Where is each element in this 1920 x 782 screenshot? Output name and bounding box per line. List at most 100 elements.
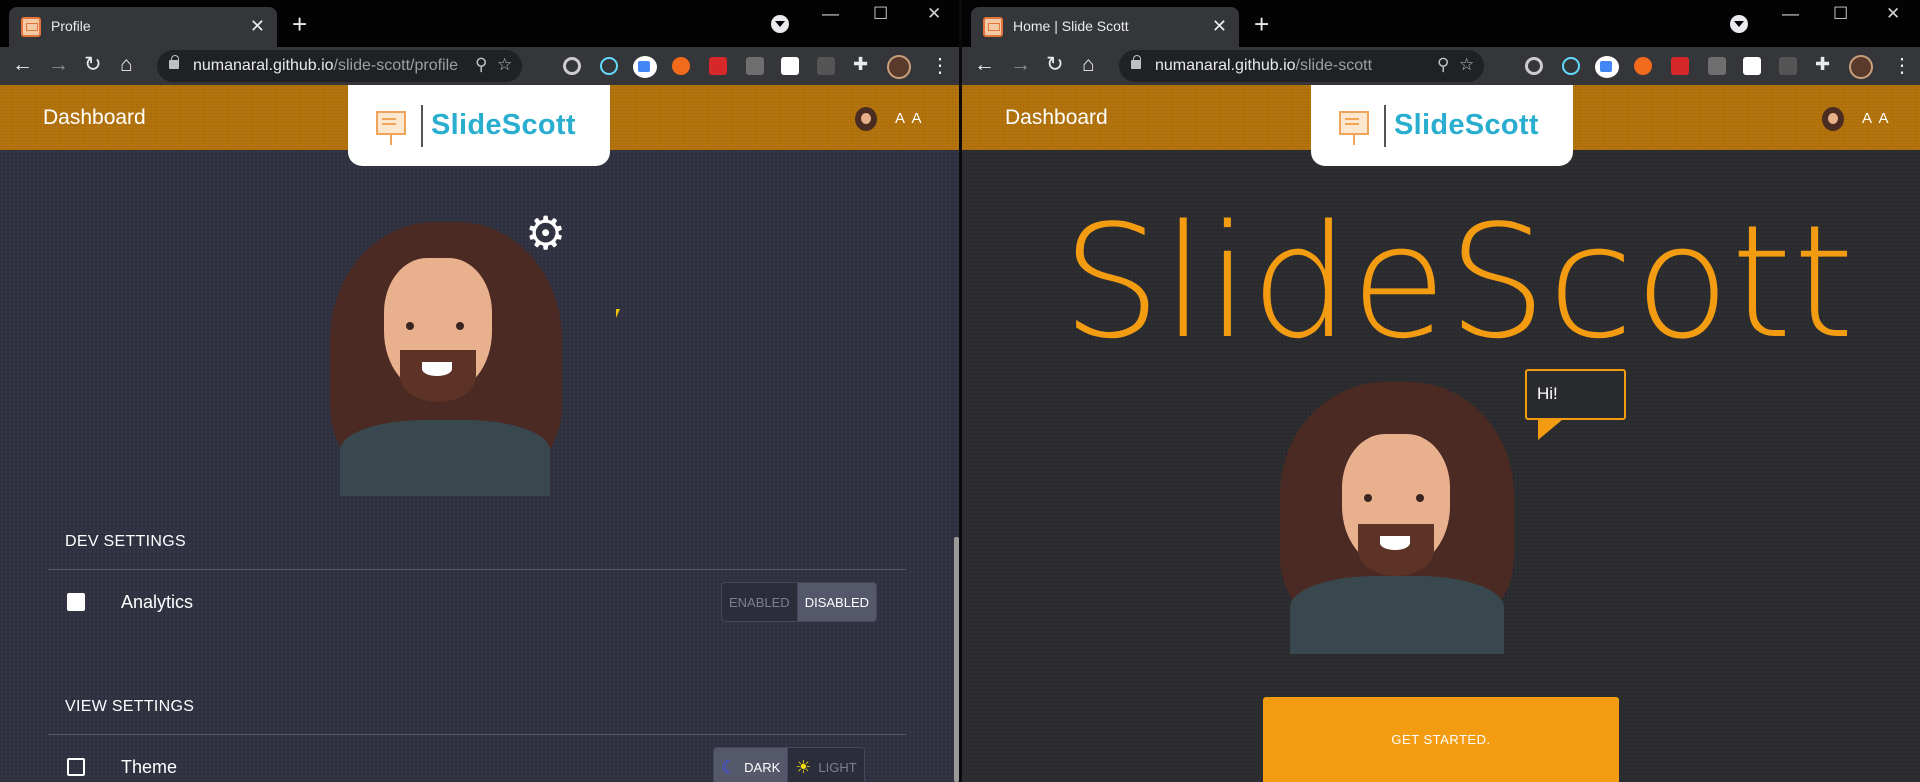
react-devtools-icon[interactable]: [600, 57, 618, 75]
extension-glyph-icon[interactable]: [1708, 57, 1726, 75]
browser-window-profile: Profile ✕ + — ☐ ✕ ← → ↻ ⌂ numanaral.gith…: [0, 0, 961, 782]
avatar-eye-right: [1416, 494, 1424, 502]
app-logo[interactable]: SlideScott: [348, 85, 610, 166]
browser-toolbar: ← → ↻ ⌂ numanaral.github.io/slide-scott/…: [0, 47, 961, 85]
google-translate-icon[interactable]: [1595, 56, 1619, 78]
app-logo[interactable]: SlideScott: [1311, 85, 1573, 166]
speech-bubble: Hi!: [1525, 369, 1626, 420]
hero-title: SlideScott: [1062, 191, 1856, 373]
back-button[interactable]: ←: [12, 53, 33, 77]
address-bar[interactable]: numanaral.github.io/slide-scott ⚲ ☆: [1119, 50, 1484, 82]
edit-profile-gear-icon[interactable]: ⚙: [525, 210, 566, 256]
extensions-puzzle-icon[interactable]: ✚: [853, 54, 868, 75]
get-started-button[interactable]: GET STARTED.: [1263, 697, 1619, 782]
analytics-enabled-option[interactable]: ENABLED: [722, 583, 797, 621]
forward-button[interactable]: →: [1010, 53, 1031, 77]
user-avatar[interactable]: [1822, 107, 1844, 131]
avatar-mouth: [1380, 536, 1410, 550]
extension-orange-icon[interactable]: [672, 57, 690, 75]
maximize-button[interactable]: ☐: [1833, 4, 1848, 24]
analytics-chart-icon: [67, 593, 85, 611]
new-tab-button[interactable]: +: [1254, 11, 1269, 37]
logo-text: SlideScott: [431, 109, 576, 141]
moon-icon: ☾: [721, 756, 738, 777]
avatar-beard: [1358, 524, 1434, 576]
browser-menu-icon[interactable]: ⋮: [1892, 53, 1912, 78]
extension-orange-icon[interactable]: [1634, 57, 1652, 75]
logo-divider: [421, 105, 423, 147]
home-button[interactable]: ⌂: [1082, 53, 1095, 77]
url-text: numanaral.github.io/slide-scott: [1155, 57, 1372, 75]
speech-bubble-tail: [1538, 420, 1562, 440]
tab-strip: Home | Slide Scott ✕ + — ☐ ✕: [962, 0, 1920, 47]
presentation-board-icon: [376, 111, 406, 145]
lock-icon: [169, 55, 179, 69]
bookmark-star-icon[interactable]: ☆: [497, 55, 512, 75]
get-started-label: GET STARTED.: [1391, 732, 1491, 747]
reload-button[interactable]: ↻: [84, 53, 102, 77]
user-initials[interactable]: A A: [895, 110, 924, 127]
speech-bubble-text: Hi!: [1537, 384, 1558, 403]
extension-target-icon[interactable]: [563, 57, 581, 75]
browser-profile-avatar[interactable]: [887, 55, 911, 79]
window-close-button[interactable]: ✕: [1886, 4, 1900, 24]
dashboard-link[interactable]: Dashboard: [1005, 106, 1108, 130]
extension-grey-icon[interactable]: [1779, 57, 1797, 75]
logo-divider: [1384, 105, 1386, 147]
theme-label: Theme: [121, 757, 178, 777]
minimize-button[interactable]: —: [1782, 4, 1799, 24]
tab-home[interactable]: Home | Slide Scott ✕: [971, 7, 1239, 47]
google-translate-icon[interactable]: [633, 56, 657, 78]
avatar-shirt: [1290, 576, 1504, 654]
dashboard-link[interactable]: Dashboard: [43, 106, 146, 130]
bookmark-star-icon[interactable]: ☆: [1459, 55, 1474, 75]
browser-toolbar: ← → ↻ ⌂ numanaral.github.io/slide-scott …: [962, 47, 1920, 85]
window-close-button[interactable]: ✕: [927, 4, 941, 24]
back-button[interactable]: ←: [974, 53, 995, 77]
mouse-cursor: [616, 309, 620, 318]
presentation-board-icon: [1339, 111, 1369, 145]
tab-search-icon[interactable]: [771, 15, 789, 33]
react-devtools-icon[interactable]: [1562, 57, 1580, 75]
zoom-icon[interactable]: ⚲: [1437, 55, 1449, 75]
theme-dark-option[interactable]: ☾ DARK: [714, 748, 788, 782]
url-path: /slide-scott: [1295, 57, 1373, 74]
browser-profile-avatar[interactable]: [1849, 55, 1873, 79]
extension-white-icon[interactable]: [1743, 57, 1761, 75]
extension-grey-icon[interactable]: [817, 57, 835, 75]
browser-menu-icon[interactable]: ⋮: [930, 53, 950, 78]
tab-profile[interactable]: Profile ✕: [9, 7, 277, 47]
avatar-beard: [400, 350, 476, 402]
reload-button[interactable]: ↻: [1046, 53, 1064, 77]
tab-title: Home | Slide Scott: [1013, 18, 1129, 34]
user-avatar[interactable]: [855, 107, 877, 131]
tab-strip: Profile ✕ + — ☐ ✕: [0, 0, 961, 47]
maximize-button[interactable]: ☐: [873, 4, 888, 24]
sun-icon: ☀: [795, 756, 812, 777]
theme-brightness-icon: [67, 758, 85, 776]
home-button[interactable]: ⌂: [120, 53, 133, 77]
new-tab-button[interactable]: +: [292, 11, 307, 37]
address-bar[interactable]: numanaral.github.io/slide-scott/profile …: [157, 50, 522, 82]
extension-red-icon[interactable]: [1671, 57, 1689, 75]
slidescott-favicon-icon: [21, 17, 41, 37]
tab-search-icon[interactable]: [1730, 15, 1748, 33]
extension-red-icon[interactable]: [709, 57, 727, 75]
avatar-mouth: [422, 362, 452, 376]
user-initials[interactable]: A A: [1862, 110, 1891, 127]
forward-button[interactable]: →: [48, 53, 69, 77]
theme-light-option[interactable]: ☀ LIGHT: [788, 748, 863, 782]
tab-close-icon[interactable]: ✕: [250, 16, 265, 36]
zoom-icon[interactable]: ⚲: [475, 55, 487, 75]
avatar-eye-left: [1364, 494, 1372, 502]
url-text: numanaral.github.io/slide-scott/profile: [193, 57, 458, 75]
extensions-puzzle-icon[interactable]: ✚: [1815, 54, 1830, 75]
extension-glyph-icon[interactable]: [746, 57, 764, 75]
analytics-disabled-option[interactable]: DISABLED: [797, 583, 877, 621]
extension-target-icon[interactable]: [1525, 57, 1543, 75]
extension-white-icon[interactable]: [781, 57, 799, 75]
avatar-shirt: [340, 420, 550, 496]
minimize-button[interactable]: —: [822, 4, 839, 24]
avatar-eye-left: [406, 322, 414, 330]
tab-close-icon[interactable]: ✕: [1212, 16, 1227, 36]
